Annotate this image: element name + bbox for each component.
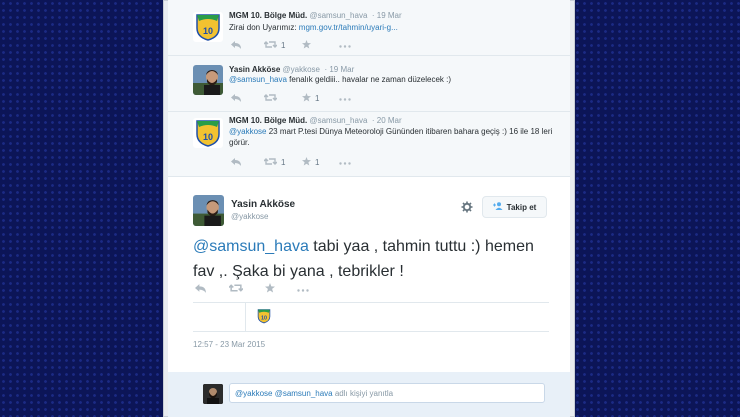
retweet-icon[interactable] xyxy=(263,93,278,104)
main-tweet-mention[interactable]: @samsun_hava xyxy=(193,238,309,255)
retweet-count: 1 xyxy=(281,158,286,167)
follow-button[interactable]: Takip et xyxy=(482,196,547,218)
tweet-date[interactable]: 19 Mar xyxy=(329,65,354,74)
tweet-header: MGM 10. Bölge Müd. @samsun_hava · 20 Mar xyxy=(229,116,402,125)
user-photo-icon xyxy=(203,384,223,404)
divider xyxy=(245,303,246,331)
yasin-avatar[interactable] xyxy=(193,65,223,95)
context-tweet-2[interactable]: Yasin Akköse @yakkose · 19 Mar @samsun_h… xyxy=(168,56,570,112)
author-handle[interactable]: @samsun_hava xyxy=(309,116,367,125)
svg-text:10: 10 xyxy=(203,132,213,142)
favorite-count: 1 xyxy=(315,158,320,167)
user-photo-icon xyxy=(193,195,224,226)
tweet-actions: 1 1 xyxy=(231,157,351,168)
favorite-icon[interactable] xyxy=(302,157,311,168)
tweet-text: @yakkose 23 mart P.tesi Dünya Meteoroloj… xyxy=(229,126,559,148)
retweet-icon[interactable] xyxy=(263,157,278,168)
retweet-icon[interactable] xyxy=(263,40,278,51)
tweet-date[interactable]: 19 Mar xyxy=(377,11,402,20)
current-user-avatar xyxy=(203,384,223,404)
reply-input[interactable]: @yakkose @samsun_hava adlı kişiyi yanıtl… xyxy=(229,383,545,403)
author-name[interactable]: Yasin Akköse xyxy=(229,65,280,74)
mgm-logo-icon: 10 xyxy=(196,120,220,147)
tweet-text: @samsun_hava fenalık geldiii.. havalar n… xyxy=(229,74,559,85)
retweet-icon[interactable] xyxy=(228,283,244,296)
reply-placeholder: adlı kişiyi yanıtla xyxy=(332,389,394,398)
favorite-icon[interactable] xyxy=(302,40,311,51)
main-tweet-text: @samsun_hava tabi yaa , tahmin tuttu :) … xyxy=(193,234,553,284)
gear-icon[interactable] xyxy=(461,200,473,213)
mgm-logo-icon: 10 xyxy=(257,309,271,324)
favorite-icon[interactable] xyxy=(302,93,311,104)
user-photo-icon xyxy=(193,65,223,95)
main-tweet-author-name[interactable]: Yasin Akköse xyxy=(231,199,295,210)
main-tweet-timestamp[interactable]: 12:57 - 23 Mar 2015 xyxy=(193,340,265,349)
follow-user-icon xyxy=(492,202,503,212)
main-tweet-actions xyxy=(195,283,309,296)
mgm-logo-avatar[interactable]: 10 xyxy=(193,12,223,42)
mgm-logo-icon: 10 xyxy=(196,14,220,41)
follow-button-label: Takip et xyxy=(506,202,537,212)
svg-text:10: 10 xyxy=(261,316,267,322)
context-tweet-1[interactable]: 10 MGM 10. Bölge Müd. @samsun_hava · 19 … xyxy=(168,0,570,56)
tweet-header: Yasin Akköse @yakkose · 19 Mar xyxy=(229,65,355,74)
svg-text:10: 10 xyxy=(203,26,213,36)
tweet-link[interactable]: mgm.gov.tr/tahmin/uyari-g... xyxy=(299,23,398,32)
tweet-actions: 1 xyxy=(231,40,351,51)
main-tweet-avatar[interactable] xyxy=(193,195,224,226)
tweet-header: MGM 10. Bölge Müd. @samsun_hava · 19 Mar xyxy=(229,11,402,20)
retweet-count: 1 xyxy=(281,41,286,50)
author-name[interactable]: MGM 10. Bölge Müd. xyxy=(229,116,307,125)
favorite-icon[interactable] xyxy=(265,283,275,296)
favoriter-avatar[interactable]: 10 xyxy=(256,308,272,324)
author-name[interactable]: MGM 10. Bölge Müd. xyxy=(229,11,307,20)
favorite-count: 1 xyxy=(315,94,320,103)
tweet-actions: 1 xyxy=(231,93,351,104)
context-tweet-3[interactable]: 10 MGM 10. Bölge Müd. @samsun_hava · 20 … xyxy=(168,112,570,177)
tweet-mention[interactable]: @yakkose xyxy=(229,127,266,136)
favorited-by-strip: 10 xyxy=(193,302,549,332)
more-icon[interactable] xyxy=(339,158,351,167)
author-handle[interactable]: @samsun_hava xyxy=(309,11,367,20)
reply-icon[interactable] xyxy=(195,283,207,296)
tweet-date[interactable]: 20 Mar xyxy=(377,116,402,125)
tweet-body: 23 mart P.tesi Dünya Meteoroloji Gününde… xyxy=(229,127,553,147)
tweet-permalink-card: 10 MGM 10. Bölge Müd. @samsun_hava · 19 … xyxy=(168,0,570,372)
tweet-body: fenalık geldiii.. havalar ne zaman düzel… xyxy=(286,75,452,84)
reply-mentions: @yakkose @samsun_hava xyxy=(235,389,333,398)
reply-icon[interactable] xyxy=(231,40,242,51)
reply-icon[interactable] xyxy=(231,93,242,104)
author-handle[interactable]: @yakkose xyxy=(283,65,320,74)
mgm-logo-avatar[interactable]: 10 xyxy=(193,118,223,148)
more-icon[interactable] xyxy=(339,41,351,50)
main-tweet-author-handle[interactable]: @yakkose xyxy=(231,212,268,221)
tweet-text-prefix: Zirai don Uyarımız: xyxy=(229,23,299,32)
more-icon[interactable] xyxy=(339,94,351,103)
tweet-mention[interactable]: @samsun_hava xyxy=(229,75,287,84)
more-icon[interactable] xyxy=(297,284,309,295)
reply-icon[interactable] xyxy=(231,157,242,168)
tweet-text: Zirai don Uyarımız: mgm.gov.tr/tahmin/uy… xyxy=(229,22,559,33)
